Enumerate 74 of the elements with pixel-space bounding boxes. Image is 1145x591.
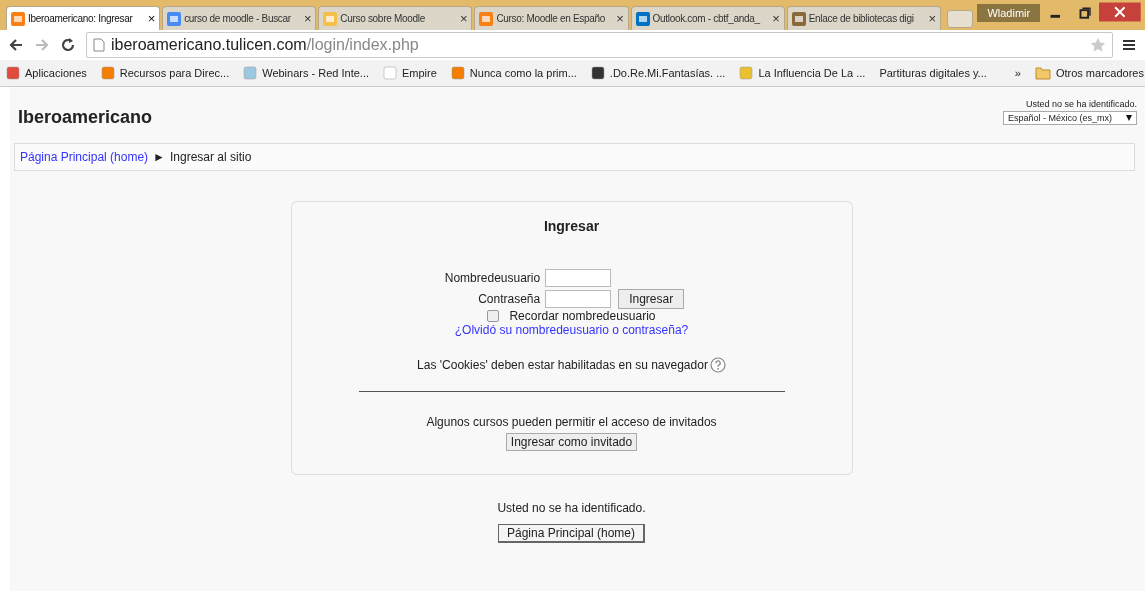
bookmark[interactable]: Webinars - Red Inte... — [243, 66, 369, 80]
browser-tab[interactable]: curso de moodle - Buscar × — [162, 6, 317, 30]
profile-button[interactable]: Wladimir — [977, 4, 1041, 22]
tab-title: Curso: Moodle en Españo — [496, 13, 607, 24]
checkbox-label: Recordar nombredeusuario — [509, 309, 656, 323]
favicon-icon — [479, 11, 494, 26]
menu-icon[interactable] — [1123, 38, 1137, 52]
guest-login-button[interactable]: Ingresar como invitado — [505, 433, 638, 451]
site-name: Iberoamericano — [18, 107, 153, 128]
tab-title: Enlace de bibliotecas digi — [808, 13, 915, 24]
tab-title: curso de moodle - Buscar — [184, 13, 292, 24]
bookmark-folder[interactable]: Otros marcadores — [1034, 66, 1144, 80]
close-icon[interactable]: × — [928, 11, 936, 26]
browser-tab[interactable]: Curso sobre Moodle × — [318, 6, 473, 30]
browser-tab[interactable]: Iberoamericano: Ingresar × — [6, 6, 161, 30]
bookmark[interactable]: Recursos para Direc... — [100, 66, 230, 80]
close-icon[interactable]: × — [303, 11, 312, 26]
favicon-icon — [791, 11, 806, 26]
close-icon[interactable] — [1099, 2, 1141, 22]
reload-icon[interactable] — [60, 37, 76, 53]
forgot-password-link[interactable]: ¿Olvidó su nombredeusuario o contraseña? — [454, 323, 689, 337]
bookmark[interactable]: Partituras digitales y... — [879, 67, 987, 79]
bookmark-icon — [383, 66, 397, 80]
bookmark-icon — [739, 66, 754, 80]
back-icon[interactable] — [8, 37, 24, 53]
favicon-icon — [635, 11, 650, 26]
tab-title: Curso sobre Moodle — [340, 13, 426, 24]
bookmark-icon — [590, 66, 605, 80]
login-button[interactable]: Ingresar — [618, 289, 685, 309]
forward-icon[interactable] — [34, 37, 50, 53]
home-link[interactable]: Página Principal (home) — [20, 150, 149, 164]
bookmark-icon — [6, 66, 20, 80]
favicon-icon — [323, 11, 338, 26]
password-field[interactable] — [545, 290, 612, 308]
bookmark-icon — [450, 66, 465, 80]
username-field[interactable] — [545, 269, 612, 287]
new-tab-button[interactable] — [946, 10, 974, 28]
dropdown-icon — [1126, 115, 1132, 121]
breadcrumb-separator: ► — [153, 150, 165, 164]
field-label: Contraseña — [477, 292, 541, 306]
favicon-icon — [11, 11, 25, 26]
tab-title: Outlook.com - cbtf_anda_ — [652, 13, 761, 24]
page-icon — [93, 38, 105, 52]
home-button[interactable]: Página Principal (home) — [497, 524, 646, 543]
favicon-icon — [167, 11, 182, 26]
breadcrumb-current: Ingresar al sitio — [169, 150, 252, 164]
bookmark[interactable]: .Do.Re.Mi.Fantasías. ... — [590, 66, 726, 80]
cookies-notice: Las 'Cookies' deben estar habilitadas en su navegador — [417, 358, 708, 372]
browser-tab[interactable]: Curso: Moodle en Españo × — [474, 6, 629, 30]
tab-title: Iberoamericano: Ingresar — [28, 13, 134, 24]
language-select[interactable]: Español - México (es_mx) — [1002, 111, 1137, 125]
field-label: Nombredeusuario — [444, 271, 541, 285]
star-icon[interactable] — [1090, 37, 1106, 53]
close-icon[interactable]: × — [616, 11, 624, 26]
login-title: Ingresar — [543, 218, 600, 234]
more-bookmarks-button[interactable]: » — [1014, 67, 1021, 79]
bookmark-icon — [243, 66, 258, 80]
bookmark[interactable]: Nunca como la prim... — [450, 66, 577, 80]
login-info: Usted no se ha identificado. — [497, 501, 646, 515]
address-bar[interactable]: iberoamericano.tulicen.com/login/index.php — [86, 32, 1113, 58]
close-icon[interactable]: × — [460, 11, 468, 26]
help-icon[interactable] — [709, 357, 726, 373]
folder-icon — [1034, 66, 1051, 80]
login-info: Usted no se ha identificado. — [1025, 99, 1137, 109]
browser-tab[interactable]: Outlook.com - cbtf_anda_ × — [630, 6, 785, 30]
bookmark-icon — [100, 66, 115, 80]
guest-note: Algunos cursos pueden permitir el acceso de invitados — [426, 415, 717, 429]
close-icon[interactable]: × — [772, 11, 780, 26]
bookmark[interactable]: Aplicaciones — [6, 66, 87, 80]
browser-tab[interactable]: Enlace de bibliotecas digi × — [786, 6, 941, 30]
bookmark[interactable]: La Influencia De La ... — [739, 66, 866, 80]
close-icon[interactable]: × — [147, 11, 156, 26]
checkbox[interactable] — [487, 310, 500, 322]
bookmark[interactable]: Empire — [383, 66, 437, 80]
